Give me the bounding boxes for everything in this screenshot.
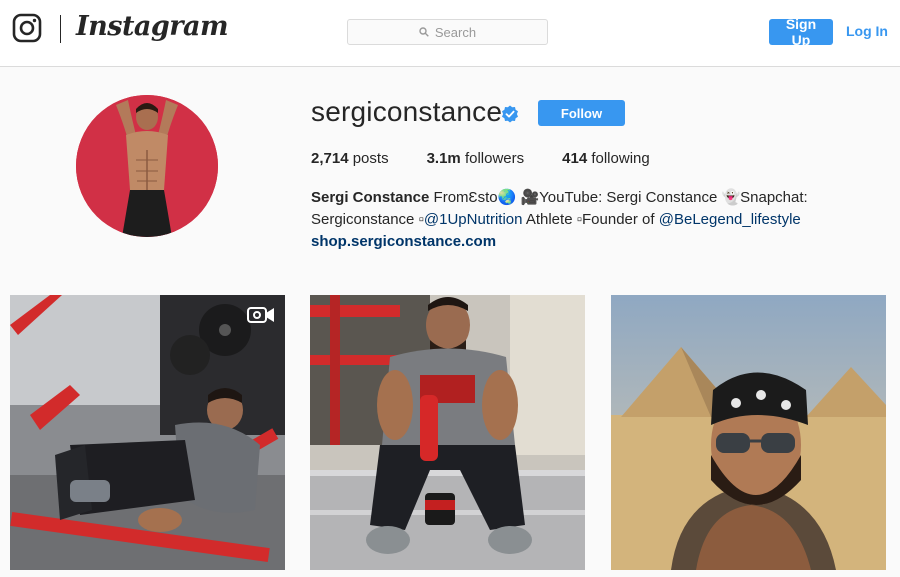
log-in-link[interactable]: Log In xyxy=(846,23,888,39)
profile-stats: 2,714 posts 3.1m followers 414 following xyxy=(311,150,688,167)
stat-posts-value: 2,714 xyxy=(311,150,349,167)
bio-line-2-mid: Athlete ▫Founder of xyxy=(522,211,659,228)
bio-line-3: shop.sergiconstance.com xyxy=(311,231,851,253)
bio-line-2-pre: Sergiconstance ▫ xyxy=(311,211,424,228)
stat-posts-label: posts xyxy=(352,150,389,167)
bio-full-name: Sergi Constance xyxy=(311,189,430,206)
post-tile-2[interactable] xyxy=(310,295,585,570)
bio-mention-belegend[interactable]: @BeLegend_lifestyle xyxy=(659,211,801,228)
sign-up-button[interactable]: Sign Up xyxy=(769,16,833,48)
search-placeholder: Search xyxy=(434,24,477,40)
profile-avatar xyxy=(76,95,218,237)
instagram-wordmark[interactable]: Instagram xyxy=(76,11,229,42)
bio-website-link[interactable]: shop.sergiconstance.com xyxy=(311,233,496,250)
video-camera-icon xyxy=(247,307,274,323)
stat-following-label: following xyxy=(591,150,650,167)
verified-badge-icon xyxy=(502,105,518,123)
stat-posts: 2,714 posts xyxy=(311,150,389,167)
stat-following-value: 414 xyxy=(562,150,588,167)
post-image-1 xyxy=(10,295,285,570)
profile-bio: Sergi Constance FromƐsto🌏 🎥YouTube: Serg… xyxy=(311,187,851,253)
search-input[interactable]: Search xyxy=(347,19,548,45)
bio-line-1: Sergi Constance FromƐsto🌏 🎥YouTube: Serg… xyxy=(311,187,851,209)
stat-followers-value: 3.1m xyxy=(426,150,461,167)
search-icon xyxy=(419,27,429,37)
top-nav: Instagram Search Sign Up Log In xyxy=(0,0,900,67)
stat-followers-label: followers xyxy=(464,150,525,167)
post-tile-1[interactable] xyxy=(10,295,285,570)
bio-line-1-text: FromƐsto🌏 🎥YouTube: Sergi Constance 👻Sna… xyxy=(433,189,808,206)
bio-line-2: Sergiconstance ▫@1UpNutrition Athlete ▫F… xyxy=(311,209,851,231)
profile-username: sergiconstance xyxy=(311,96,503,127)
instagram-glyph-icon[interactable] xyxy=(12,13,42,43)
post-image-3 xyxy=(611,295,886,570)
post-image-2 xyxy=(310,295,585,570)
post-tile-3[interactable] xyxy=(611,295,886,570)
stat-followers[interactable]: 3.1m followers xyxy=(427,150,525,167)
follow-button[interactable]: Follow xyxy=(538,100,625,126)
stat-following[interactable]: 414 following xyxy=(562,150,650,167)
nav-divider xyxy=(60,15,61,43)
bio-mention-1upnutrition[interactable]: @1UpNutrition xyxy=(424,211,523,228)
